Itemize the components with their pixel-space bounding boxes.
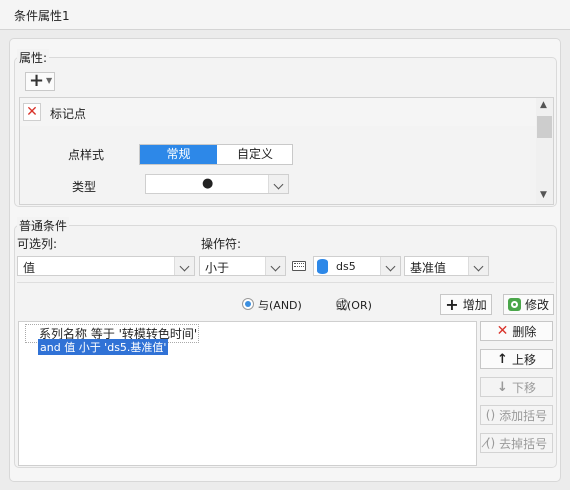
point-style-custom[interactable]: 自定义 [217, 145, 293, 164]
point-style-label: 点样式 [68, 148, 105, 162]
point-style-segmented: 常规 自定义 [139, 144, 293, 165]
type-value: ● [202, 176, 214, 191]
scroll-thumb[interactable] [537, 116, 552, 138]
point-style-normal[interactable]: 常规 [140, 145, 217, 164]
modify-condition-button[interactable]: 修改 [503, 294, 554, 315]
delete-attribute-icon[interactable]: ✕ [23, 103, 41, 121]
column-select[interactable]: 值 [17, 256, 195, 276]
scroll-down-icon[interactable]: ▼ [540, 190, 547, 200]
bracket-icon: () [485, 408, 496, 422]
general-condition-label: 普通条件 [17, 217, 70, 234]
remove-bracket-icon: (̸) [485, 436, 496, 450]
dialog-title: 条件属性1 [14, 9, 70, 23]
edit-icon [507, 298, 521, 311]
condition-list[interactable]: 系列名称 等于 '转模转色时间' and 值 小于 'ds5.基准值' [18, 321, 477, 466]
datasource-select[interactable]: ds5 [313, 256, 401, 276]
attributes-label: 属性: [17, 49, 50, 66]
chevron-down-icon [380, 257, 400, 275]
delete-condition-button[interactable]: ✕ 删除 [480, 321, 553, 341]
or-label[interactable]: 或(OR) [336, 297, 372, 313]
datasource-value: ds5 [336, 260, 356, 273]
chevron-down-icon [174, 257, 194, 275]
add-attribute-button[interactable]: + ▼ [25, 70, 55, 91]
database-icon [317, 259, 328, 274]
operator-value: 小于 [205, 261, 230, 275]
attribute-item-label: 标记点 [50, 107, 87, 121]
add-condition-button[interactable]: + 增加 [440, 294, 492, 315]
divider [17, 282, 554, 283]
delete-icon: ✕ [496, 323, 509, 339]
scroll-up-icon[interactable]: ▲ [540, 100, 547, 110]
plus-icon: + [29, 70, 45, 91]
column-label: 可选列: [17, 237, 58, 251]
chevron-down-icon [265, 257, 285, 275]
base-value-select[interactable]: 基准值 [404, 256, 489, 276]
operator-label: 操作符: [201, 237, 242, 251]
attribute-list-scrollbar[interactable]: ▲ ▼ [536, 98, 553, 204]
keyboard-icon[interactable] [292, 261, 306, 271]
type-label: 类型 [72, 180, 97, 194]
arrow-up-icon: ↑ [497, 351, 508, 367]
and-label[interactable]: 与(AND) [258, 297, 302, 313]
add-bracket-button[interactable]: () 添加括号 [480, 405, 553, 425]
dialog-header: 条件属性1 [0, 0, 570, 30]
column-value: 值 [23, 261, 36, 275]
and-radio[interactable] [242, 298, 254, 310]
arrow-down-icon: ↓ [497, 379, 508, 395]
plus-icon: + [445, 294, 459, 314]
attribute-list: ✕ 标记点 点样式 常规 自定义 类型 ● ▲ ▼ [19, 97, 554, 205]
condition-row-selected[interactable]: and 值 小于 'ds5.基准值' [38, 339, 169, 355]
chevron-down-icon [468, 257, 488, 275]
operator-select[interactable]: 小于 [199, 256, 286, 276]
attribute-item-body: 点样式 常规 自定义 类型 ● [20, 126, 536, 204]
type-select[interactable]: ● [145, 174, 289, 194]
chevron-down-icon [268, 175, 288, 193]
move-down-button[interactable]: ↓ 下移 [480, 377, 553, 397]
condition-text: and 值 小于 'ds5.基准值' [40, 341, 167, 354]
chevron-down-icon: ▼ [46, 76, 53, 85]
move-up-button[interactable]: ↑ 上移 [480, 349, 553, 369]
remove-bracket-button[interactable]: (̸) 去掉括号 [480, 433, 553, 453]
base-value: 基准值 [410, 261, 447, 275]
attribute-item-header: ✕ 标记点 [20, 98, 536, 126]
